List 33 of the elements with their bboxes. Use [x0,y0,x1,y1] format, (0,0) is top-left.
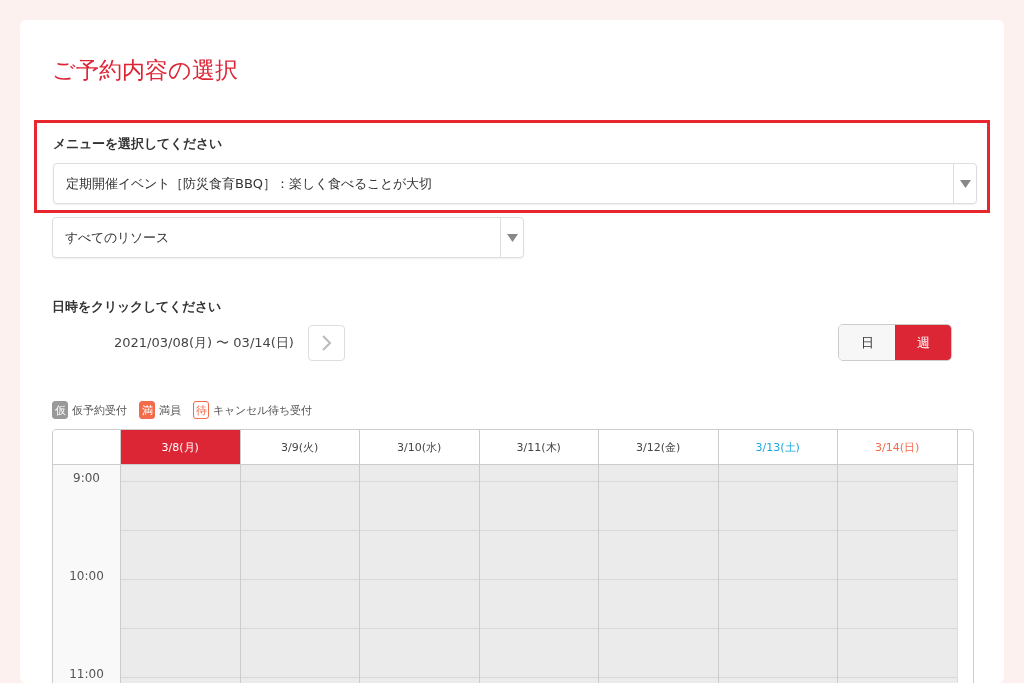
day-header[interactable]: 3/8(月) [120,430,240,465]
legend-label: 満員 [159,402,181,418]
time-slot-column[interactable] [478,465,598,683]
time-slot-column[interactable] [837,465,957,683]
chevron-right-icon [321,334,331,351]
view-tab[interactable]: 日 [839,325,895,360]
time-slot-column[interactable] [120,465,240,683]
time-label: 10:00 [69,569,104,584]
legend-badge: 待 [193,401,209,419]
time-label: 11:00 [69,667,104,682]
menu-select[interactable]: 定期開催イベント［防災食育BBQ］：楽しく食べることが大切 [53,163,977,204]
legend-label: 仮予約受付 [72,402,127,418]
time-slot-column[interactable] [239,465,359,683]
resource-select[interactable]: すべてのリソース [52,217,524,258]
menu-label: メニューを選択してください [53,135,223,153]
time-slot-column[interactable] [359,465,479,683]
legend-badge: 仮 [52,401,68,419]
time-slot-column[interactable] [598,465,718,683]
day-header[interactable]: 3/9(火) [239,430,359,465]
day-header[interactable]: 3/10(水) [359,430,479,465]
caret-icon [506,233,518,242]
view-tab[interactable]: 週 [895,325,951,360]
legend-badge: 満 [139,401,155,419]
caret-icon [959,179,971,188]
legend-label: キャンセル待ち受付 [213,402,312,418]
page-title: ご予約内容の選択 [52,56,239,85]
day-header[interactable]: 3/11(木) [478,430,598,465]
time-slot-column[interactable] [717,465,837,683]
day-header[interactable]: 3/12(金) [598,430,718,465]
schedule-label: 日時をクリックしてください [52,298,222,316]
date-range: 2021/03/08(月) 〜 03/14(日) [114,333,294,352]
next-week-button[interactable] [307,324,345,361]
time-label: 9:00 [73,471,100,486]
